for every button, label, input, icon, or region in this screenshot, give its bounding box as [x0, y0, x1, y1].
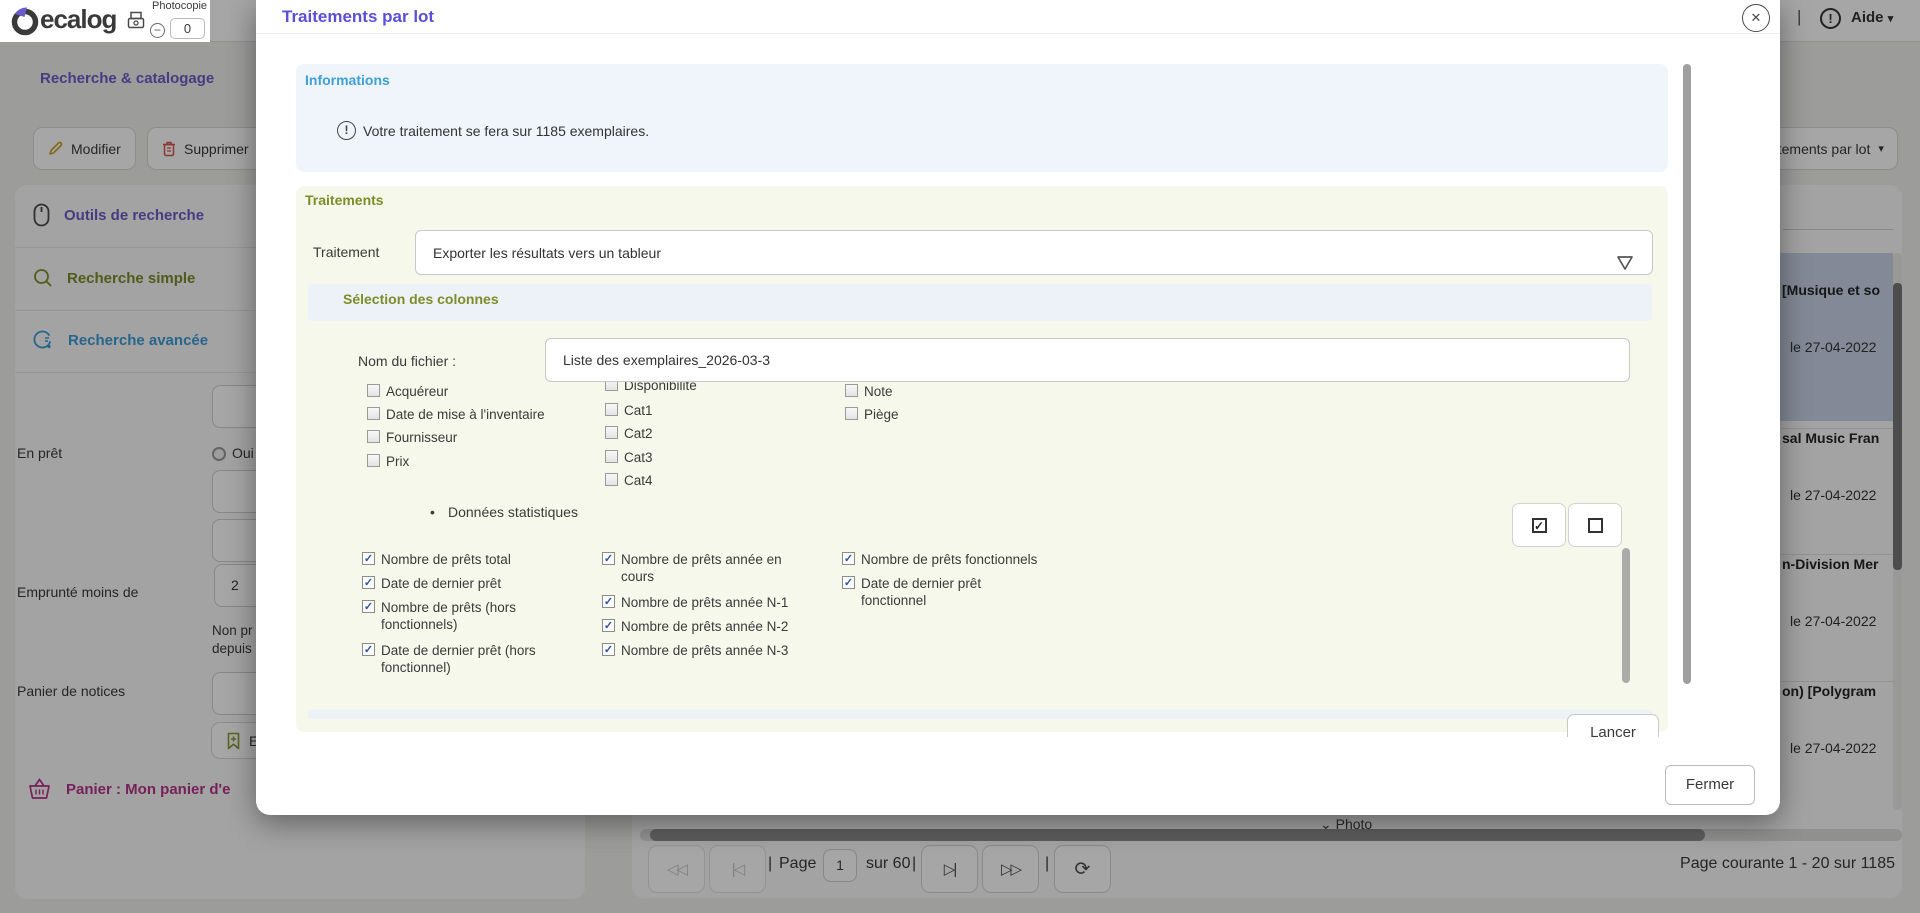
stats-heading: Données statistiques	[448, 504, 578, 520]
photocopy-minus-button[interactable]: −	[150, 23, 165, 38]
column-checkbox-row[interactable]: Cat3	[605, 449, 805, 466]
column-checkbox-row[interactable]: Fournisseur	[367, 429, 587, 446]
column-checkbox-row[interactable]: Cat1	[605, 402, 805, 419]
informations-heading: Informations	[305, 72, 390, 88]
checkbox-checked[interactable]: ✓	[842, 576, 855, 589]
column-checkbox-row[interactable]: Note	[845, 383, 1045, 400]
photocopy-label: Photocopie	[152, 0, 208, 12]
checkbox-unchecked[interactable]	[605, 473, 618, 486]
stat-checkbox-row[interactable]: ✓ Nombre de prêts total	[362, 551, 567, 568]
checkbox-unchecked[interactable]	[367, 384, 380, 397]
stat-checkbox-row[interactable]: ✓ Nombre de prêts année en cours	[602, 551, 807, 585]
info-message: Votre traitement se fera sur 1185 exempl…	[363, 123, 650, 139]
stat-checkbox-row[interactable]: ✓ Nombre de prêts année N-2	[602, 618, 822, 635]
stat-checkbox-row[interactable]: ✓ Date de dernier prêt (hors fonctionnel)	[362, 642, 562, 676]
info-icon: !	[337, 121, 356, 140]
unchecked-box-icon	[1587, 517, 1603, 533]
modal-inner-scrollbar-thumb[interactable]	[1622, 548, 1630, 683]
stat-checkbox-row[interactable]: ✓ Date de dernier prêt fonctionnel	[842, 575, 1007, 609]
checkbox-unchecked[interactable]	[605, 403, 618, 416]
column-checkbox-row[interactable]: Acquéreur	[367, 383, 587, 400]
checkbox-unchecked[interactable]	[605, 426, 618, 439]
launch-button[interactable]: Lancer	[1567, 714, 1659, 737]
column-checkbox-row[interactable]: Cat2	[605, 425, 805, 442]
checkbox-checked[interactable]: ✓	[362, 576, 375, 589]
stat-checkbox-row[interactable]: ✓ Nombre de prêts année N-1	[602, 594, 822, 611]
select-all-button[interactable]: ✓	[1512, 503, 1566, 547]
deselect-all-button[interactable]	[1568, 503, 1622, 547]
column-checkbox-row[interactable]: Date de mise à l'inventaire	[367, 406, 587, 423]
checkbox-unchecked[interactable]	[367, 407, 380, 420]
filename-input[interactable]: Liste des exemplaires_2026-03-3	[545, 338, 1630, 382]
checkbox-checked[interactable]: ✓	[362, 552, 375, 565]
dropdown-arrow-icon	[1614, 253, 1636, 273]
checkbox-unchecked[interactable]	[605, 450, 618, 463]
bullet-icon: •	[430, 504, 435, 520]
section-strip	[308, 710, 1652, 719]
checkbox-checked[interactable]: ✓	[362, 600, 375, 613]
batch-processing-modal: Traitements par lot ✕ Informations ! Vot…	[256, 0, 1780, 815]
photocopier-icon	[127, 11, 145, 33]
checkbox-checked[interactable]: ✓	[362, 643, 375, 656]
photocopy-count: 0	[170, 18, 205, 39]
close-icon[interactable]: ✕	[1742, 4, 1770, 32]
stat-checkbox-row[interactable]: ✓ Nombre de prêts (hors fonctionnels)	[362, 599, 547, 633]
stat-checkbox-row[interactable]: ✓ Nombre de prêts fonctionnels	[842, 551, 1082, 568]
stat-checkbox-row[interactable]: ✓ Date de dernier prêt	[362, 575, 567, 592]
column-checkbox-row[interactable]: Piège	[845, 406, 1045, 423]
checkbox-unchecked[interactable]	[367, 454, 380, 467]
checkbox-checked[interactable]: ✓	[602, 619, 615, 632]
checkbox-unchecked[interactable]	[367, 430, 380, 443]
checkbox-unchecked[interactable]	[845, 407, 858, 420]
checkbox-unchecked[interactable]	[845, 384, 858, 397]
application: | ! Aide ▾ Recherche & catalogage Modifi…	[0, 0, 1920, 913]
checkbox-checked[interactable]: ✓	[842, 552, 855, 565]
column-checkbox-row[interactable]: Cat4	[605, 472, 805, 489]
checkbox-checked[interactable]: ✓	[602, 595, 615, 608]
stat-checkbox-row[interactable]: ✓ Nombre de prêts année N-3	[602, 642, 822, 659]
column-checkbox-row[interactable]: Prix	[367, 453, 587, 470]
column-selection-strip	[308, 284, 1652, 321]
decalog-logo-icon	[10, 4, 42, 38]
filename-label: Nom du fichier :	[358, 353, 457, 369]
column-selection-heading: Sélection des colonnes	[343, 291, 499, 307]
traitements-heading: Traitements	[305, 192, 384, 208]
informations-panel	[296, 64, 1668, 172]
launch-button-clipped: Lancer	[1567, 714, 1659, 737]
checkbox-checked[interactable]: ✓	[602, 552, 615, 565]
close-modal-button[interactable]: Fermer	[1665, 765, 1755, 805]
brand-header: ecalog Photocopie − 0	[0, 0, 210, 42]
modal-title: Traitements par lot	[282, 7, 435, 26]
checked-box-icon: ✓	[1531, 517, 1547, 533]
treatment-label: Traitement	[313, 244, 380, 260]
modal-scrollbar-thumb[interactable]	[1683, 64, 1691, 684]
checkbox-checked[interactable]: ✓	[602, 643, 615, 656]
decalog-logo-text: ecalog	[40, 4, 117, 34]
treatment-select[interactable]: Exporter les résultats vers un tableur	[415, 230, 1653, 275]
